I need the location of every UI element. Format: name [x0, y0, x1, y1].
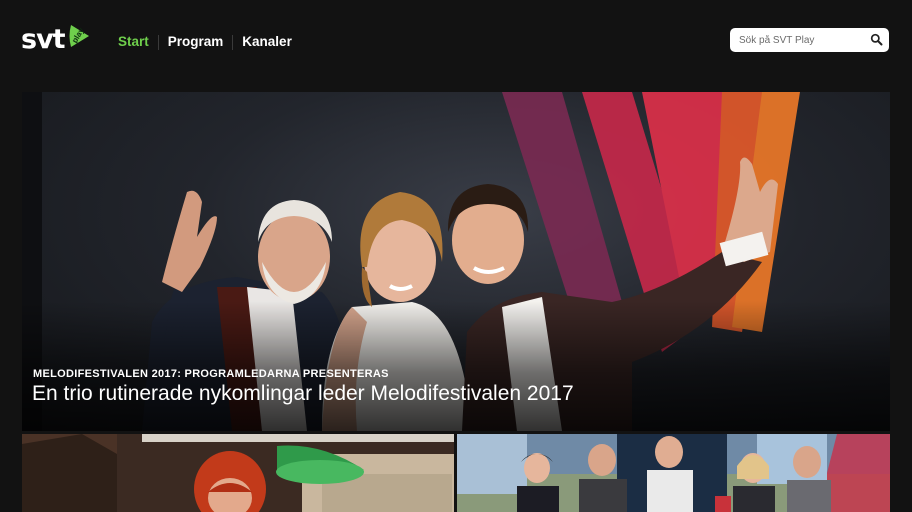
thumbnail-image	[22, 434, 454, 512]
main-nav: Start Program Kanaler	[118, 33, 301, 51]
svt-play-logo[interactable]: svt play	[21, 22, 91, 56]
hero-gradient	[22, 301, 890, 431]
search-input[interactable]	[730, 28, 862, 52]
thumbnail-image	[457, 434, 890, 512]
nav-start[interactable]: Start	[118, 33, 158, 51]
nav-kanaler[interactable]: Kanaler	[233, 33, 301, 51]
thumbnail-drama[interactable]	[22, 434, 454, 512]
top-header: svt play Start Program Kanaler	[0, 0, 912, 86]
hero-kicker: MELODIFESTIVALEN 2017: PROGRAMLEDARNA PR…	[33, 368, 389, 380]
logo-wordmark: svt	[21, 23, 66, 55]
play-badge-icon: play	[67, 24, 91, 48]
nav-program[interactable]: Program	[159, 33, 233, 51]
hero-title[interactable]: En trio rutinerade nykomlingar leder Mel…	[32, 382, 574, 406]
thumbnail-studio[interactable]	[457, 434, 890, 512]
hero-teaser[interactable]: MELODIFESTIVALEN 2017: PROGRAMLEDARNA PR…	[22, 92, 890, 431]
search-icon[interactable]	[870, 33, 883, 46]
search-box	[730, 28, 889, 52]
